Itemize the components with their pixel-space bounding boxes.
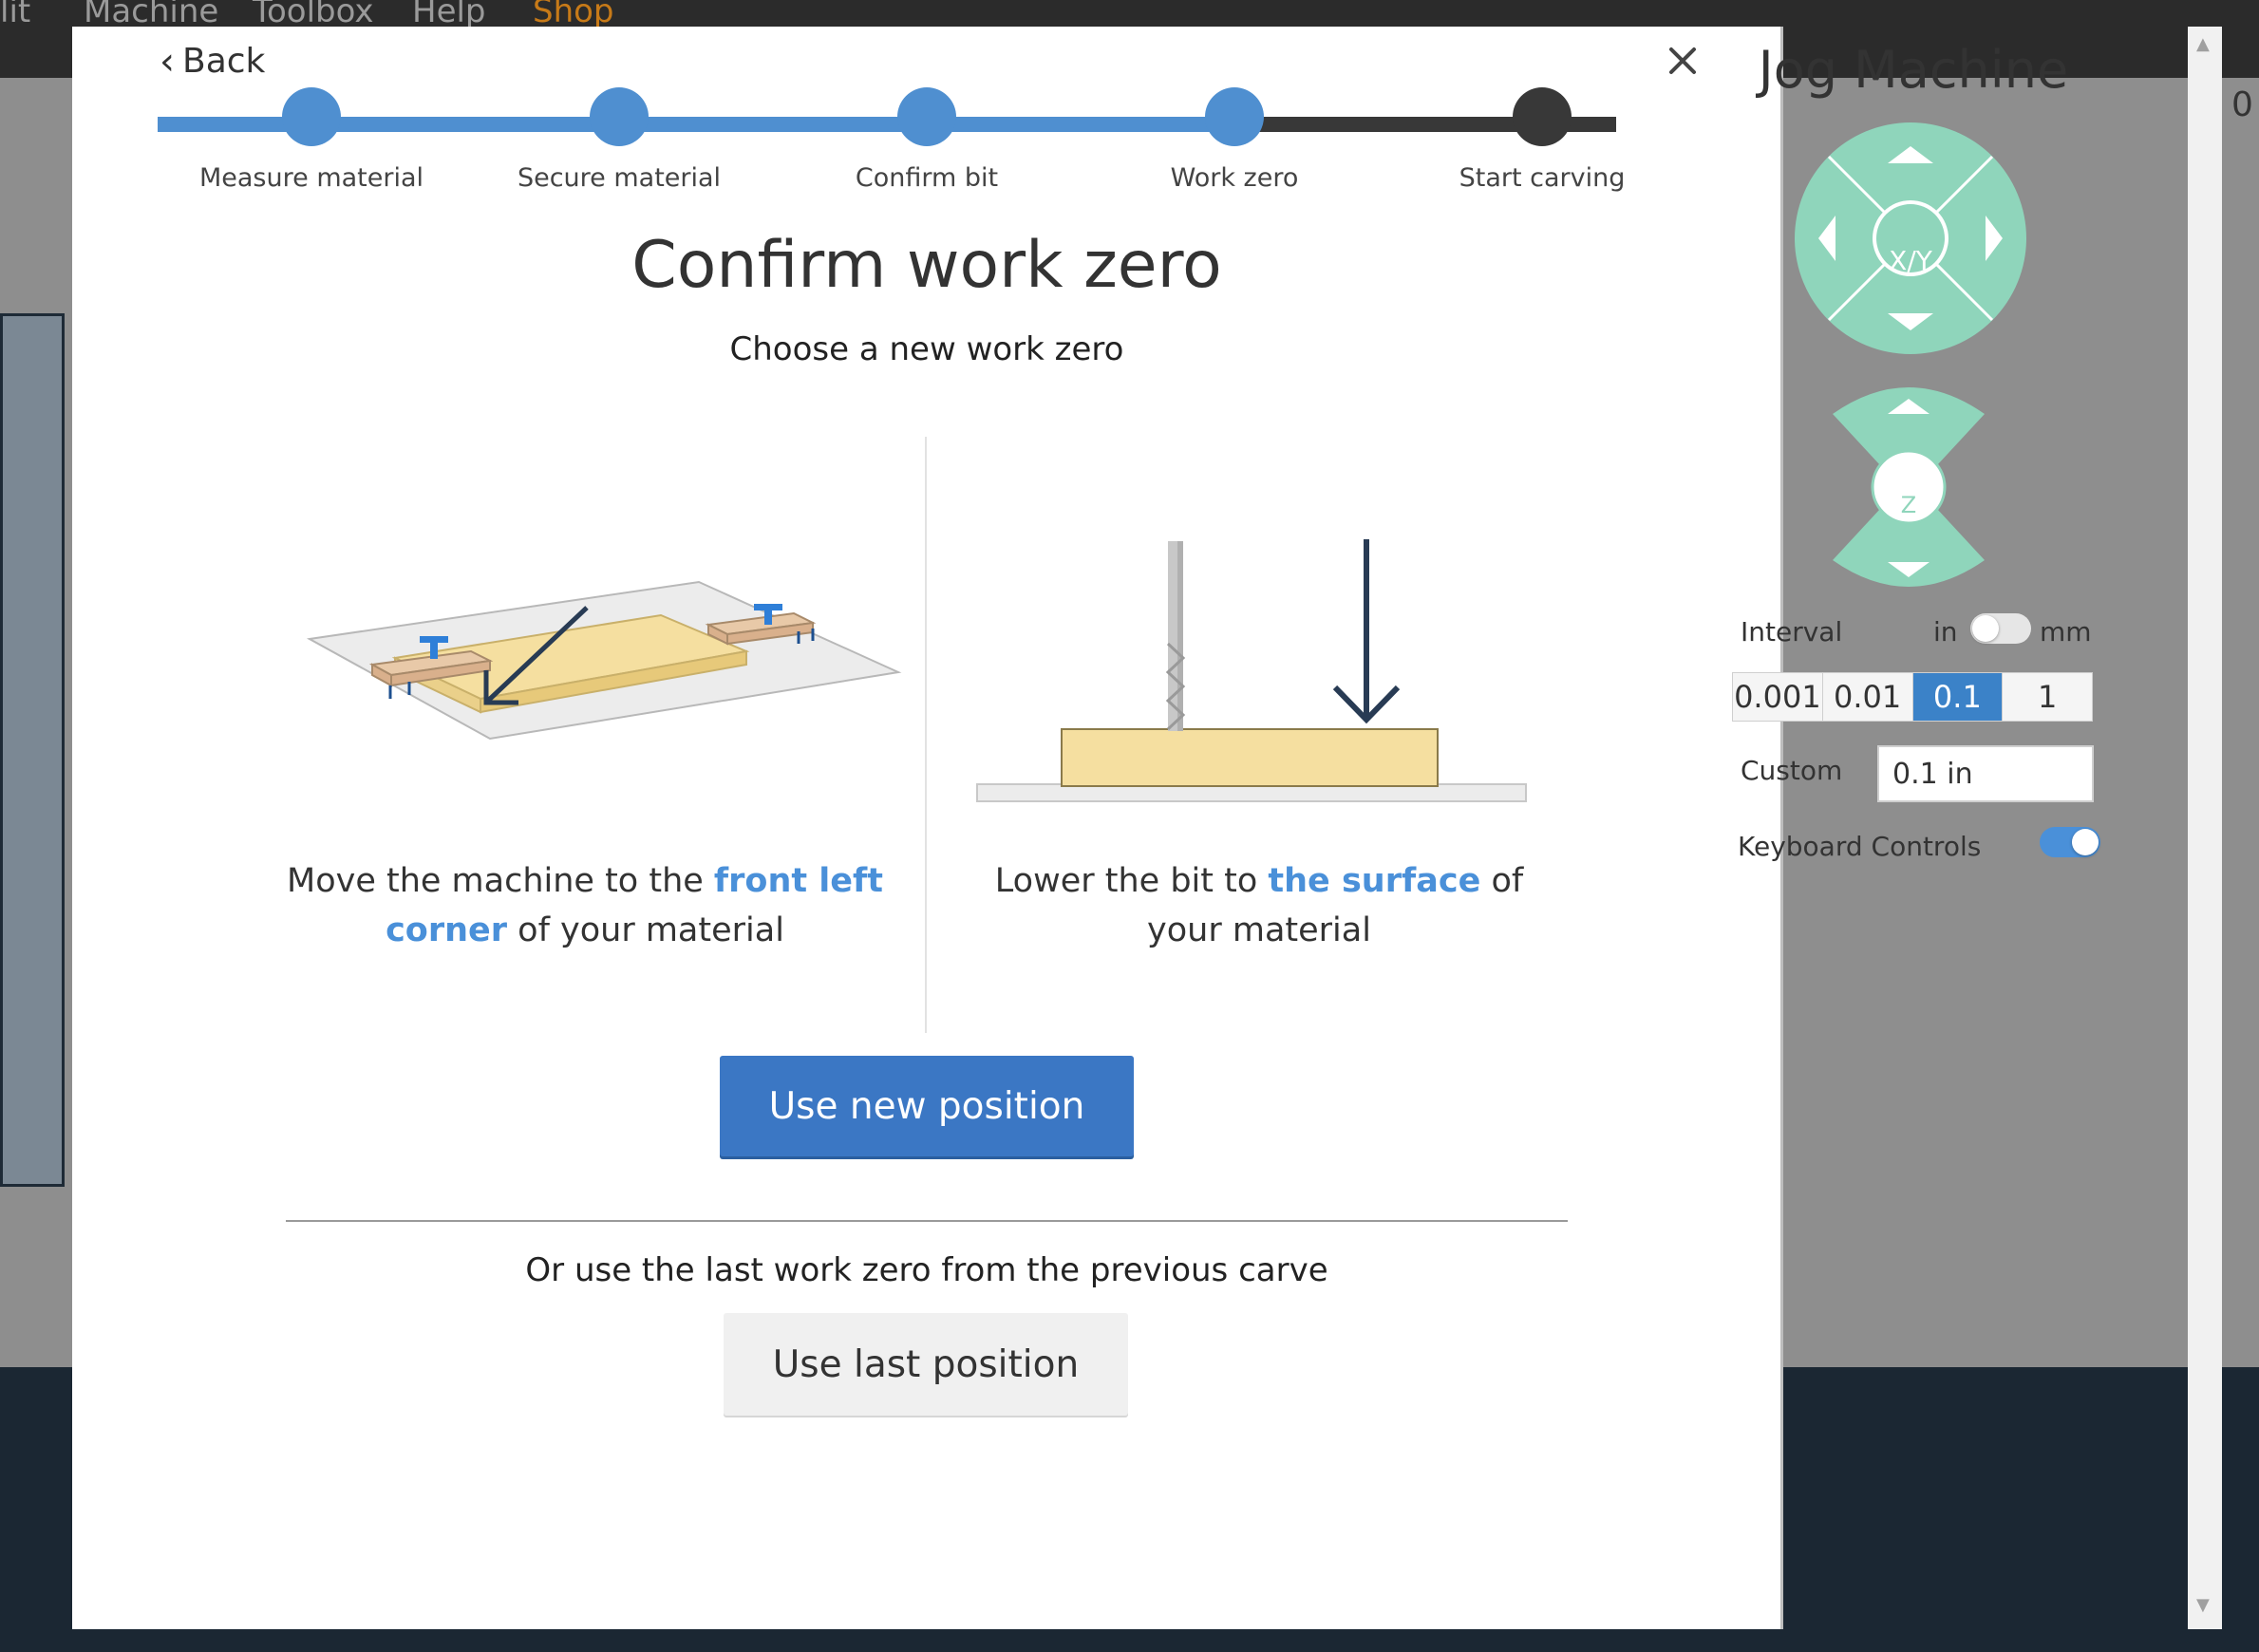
close-icon[interactable] bbox=[1662, 40, 1704, 82]
surface-instruction: Lower the bit to the surface of your mat… bbox=[965, 856, 1553, 955]
toggle-knob bbox=[1972, 615, 1999, 642]
step-dot-confirm-bit[interactable] bbox=[897, 87, 956, 146]
toggle-knob bbox=[2072, 829, 2099, 855]
front-left-corner-instruction: Move the machine to the front left corne… bbox=[262, 856, 908, 955]
xy-jog-pad[interactable] bbox=[1794, 122, 2027, 355]
xy-label: X/Y bbox=[1889, 245, 1932, 276]
step-label-confirm-bit: Confirm bit bbox=[855, 163, 999, 193]
use-last-position-button[interactable]: Use last position bbox=[724, 1313, 1128, 1416]
step-dot-secure-material[interactable] bbox=[590, 87, 649, 146]
step-label-start-carving: Start carving bbox=[1459, 163, 1626, 193]
back-button[interactable]: ‹ Back bbox=[160, 42, 265, 81]
scrollbar[interactable] bbox=[2188, 27, 2222, 1629]
carve-wizard-modal: ‹ Back Measure material Secure material … bbox=[72, 27, 1781, 1629]
last-work-zero-prompt: Or use the last work zero from the previ… bbox=[525, 1251, 1328, 1289]
chevron-left-icon: ‹ bbox=[160, 39, 175, 84]
unit-mm-label: mm bbox=[2040, 616, 2092, 648]
page-title: Confirm work zero bbox=[631, 228, 1222, 303]
background-value: 0 bbox=[2231, 85, 2253, 124]
step-dot-work-zero[interactable] bbox=[1205, 87, 1264, 146]
scroll-down-arrow-icon[interactable]: ▼ bbox=[2196, 1595, 2210, 1615]
instruction-text: Lower the bit to bbox=[994, 862, 1269, 900]
z-label: Z bbox=[1900, 492, 1917, 518]
step-label-measure-material: Measure material bbox=[198, 163, 424, 193]
keyboard-controls-label: Keyboard Controls bbox=[1738, 831, 1982, 862]
interval-option[interactable]: 1 bbox=[2003, 673, 2092, 721]
scroll-up-arrow-icon[interactable]: ▲ bbox=[2196, 34, 2210, 54]
background-canvas bbox=[0, 313, 65, 1187]
interval-selector: 0.001 0.01 0.1 1 bbox=[1732, 672, 2093, 722]
page-subtitle: Choose a new work zero bbox=[729, 330, 1124, 368]
wizard-pane: ‹ Back Measure material Secure material … bbox=[72, 27, 1781, 1629]
instruction-text: Move the machine to the bbox=[287, 862, 714, 900]
jog-machine-title: Jog Machine bbox=[1758, 40, 2069, 100]
unit-toggle[interactable] bbox=[1970, 613, 2031, 644]
interval-option-selected[interactable]: 0.1 bbox=[1912, 673, 2004, 721]
step-label-work-zero: Work zero bbox=[1170, 163, 1299, 193]
step-dot-measure-material[interactable] bbox=[282, 87, 341, 146]
step-dot-start-carving bbox=[1513, 87, 1572, 146]
custom-interval-label: Custom bbox=[1741, 755, 1843, 786]
custom-interval-input[interactable] bbox=[1877, 745, 2094, 802]
z-jog-pad[interactable] bbox=[1833, 378, 1985, 596]
interval-label: Interval bbox=[1741, 616, 1843, 648]
use-new-position-button[interactable]: Use new position bbox=[720, 1056, 1134, 1156]
menu-edit[interactable]: lit bbox=[0, 0, 30, 30]
step-label-secure-material: Secure material bbox=[517, 163, 722, 193]
front-left-corner-illustration bbox=[306, 580, 902, 741]
unit-in-label: in bbox=[1933, 616, 1958, 648]
section-divider bbox=[286, 1220, 1568, 1222]
instruction-text: of your material bbox=[507, 911, 784, 949]
surface-highlight: the surface bbox=[1268, 862, 1481, 900]
interval-option[interactable]: 0.001 bbox=[1733, 673, 1823, 721]
jog-panel-divider bbox=[1780, 27, 1783, 1629]
lower-bit-illustration bbox=[976, 539, 1527, 802]
back-label: Back bbox=[182, 42, 266, 81]
interval-option[interactable]: 0.01 bbox=[1822, 673, 1913, 721]
keyboard-controls-toggle[interactable] bbox=[2040, 827, 2100, 857]
